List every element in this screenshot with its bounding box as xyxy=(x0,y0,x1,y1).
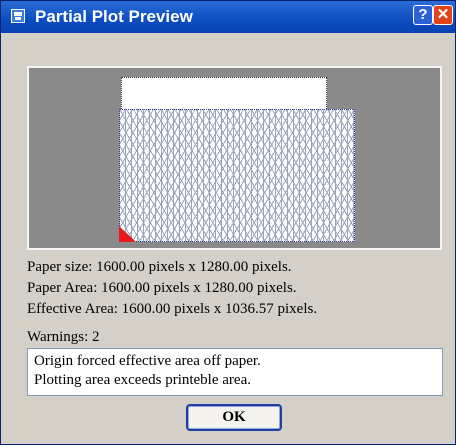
effective-area xyxy=(119,109,355,242)
dialog-window: Partial Plot Preview ? ✕ Paper size: 160… xyxy=(0,0,456,445)
plot-preview-area xyxy=(27,66,442,250)
warning-item: Origin forced effective area off paper. xyxy=(34,353,261,369)
warning-item: Plotting area exceeds printeble area. xyxy=(34,372,251,388)
warnings-label: Warnings: 2 xyxy=(27,329,100,345)
warnings-list[interactable]: Origin forced effective area off paper. … xyxy=(27,348,443,396)
effective-area-text: Effective Area: 1600.00 pixels x 1036.57… xyxy=(27,301,318,317)
close-button[interactable]: ✕ xyxy=(433,5,453,25)
origin-marker-icon xyxy=(119,226,136,242)
title-bar[interactable]: Partial Plot Preview ? ✕ xyxy=(1,1,455,33)
dialog-title: Partial Plot Preview xyxy=(35,7,193,26)
paper-area-text: Paper Area: 1600.00 pixels x 1280.00 pix… xyxy=(27,280,297,296)
help-button[interactable]: ? xyxy=(413,5,433,25)
paper-outline xyxy=(121,77,327,113)
paper-size-text: Paper size: 1600.00 pixels x 1280.00 pix… xyxy=(27,259,292,275)
ok-button[interactable]: OK xyxy=(186,404,282,431)
app-window-icon xyxy=(11,9,25,23)
